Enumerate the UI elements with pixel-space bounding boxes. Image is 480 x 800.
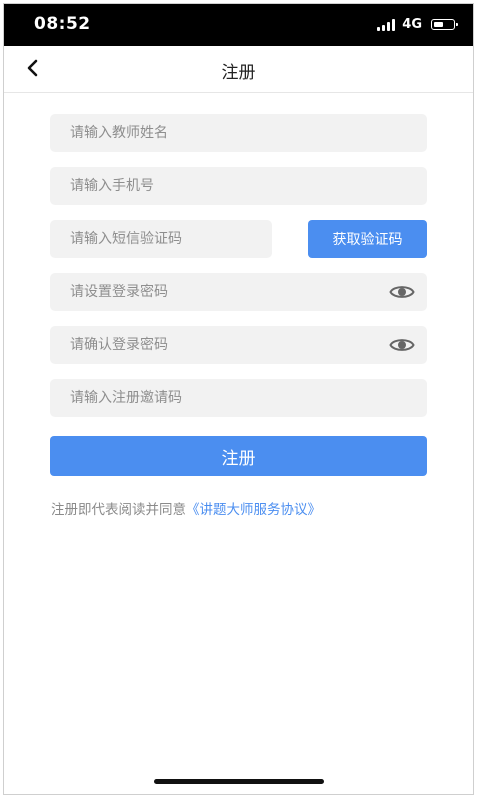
page-title: 注册 [221,63,256,83]
battery-icon [431,19,458,30]
password-input[interactable] [50,273,427,311]
get-code-button[interactable]: 获取验证码 [308,220,427,258]
sms-code-input[interactable] [50,220,272,258]
register-button[interactable]: 注册 [50,436,427,476]
confirm-password-field[interactable] [50,326,427,364]
home-indicator[interactable] [154,779,324,784]
status-time: 08:52 [34,14,91,34]
agreement-prefix: 注册即代表阅读并同意 [51,502,186,518]
service-agreement-link[interactable]: 《讲题大师服务协议》 [186,502,321,518]
phone-input[interactable] [50,167,427,205]
agreement-text: 注册即代表阅读并同意《讲题大师服务协议》 [51,498,321,518]
sms-code-field[interactable] [50,220,272,258]
signal-icon [377,18,396,31]
status-bar: 08:52 4G [4,4,473,46]
teacher-name-field[interactable] [50,114,427,152]
battery-level [433,21,444,27]
invite-code-field[interactable] [50,379,427,417]
teacher-name-input[interactable] [50,114,427,152]
invite-code-input[interactable] [50,379,427,417]
eye-icon[interactable] [389,335,415,355]
network-type: 4G [402,17,422,32]
phone-screen: 08:52 4G 注册 获取验证码 [3,3,474,795]
nav-bar: 注册 [4,46,473,93]
status-indicators: 4G [377,17,458,32]
phone-field[interactable] [50,167,427,205]
password-field[interactable] [50,273,427,311]
confirm-password-input[interactable] [50,326,427,364]
eye-icon[interactable] [389,282,415,302]
